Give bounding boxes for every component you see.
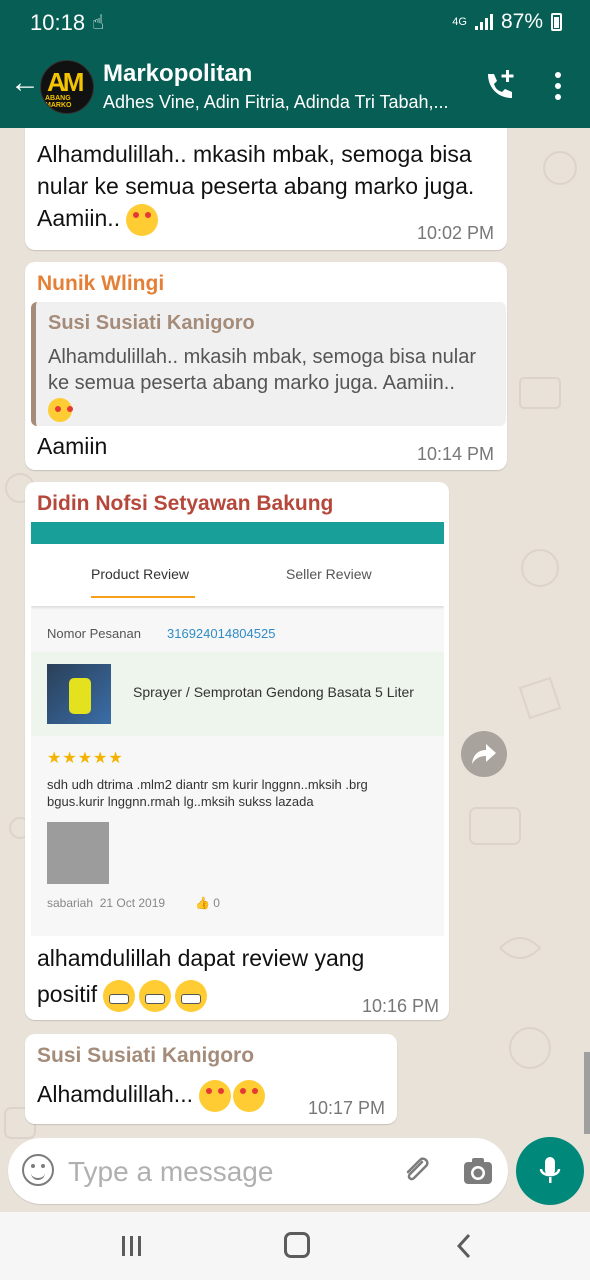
order-number: 316924014804525 (167, 626, 276, 641)
grimacing-face-emoji (139, 979, 172, 1012)
grimacing-face-emoji (175, 979, 208, 1012)
quoted-message[interactable]: Susi Susiati Kanigoro Alhamdulillah.. mk… (31, 302, 506, 426)
recent-apps-icon[interactable] (120, 1234, 144, 1258)
group-members[interactable]: Adhes Vine, Adin Fitria, Adinda Tri Taba… (103, 92, 463, 113)
home-icon[interactable] (284, 1232, 310, 1258)
group-avatar[interactable]: AM ABANG MARKO (40, 60, 94, 114)
message-bubble-2[interactable]: Nunik Wlingi Susi Susiati Kanigoro Alham… (25, 262, 507, 470)
review-text: sdh udh dtrima .mlm2 diantr sm kurir lng… (47, 777, 368, 809)
network-type: 4G (452, 15, 467, 28)
forward-button[interactable] (461, 731, 507, 777)
emoji-icon[interactable] (22, 1154, 54, 1186)
voice-message-button[interactable] (516, 1137, 584, 1205)
message-time: 10:17 PM (308, 1098, 386, 1118)
more-options-icon[interactable] (548, 70, 568, 104)
group-title[interactable]: Markopolitan (103, 60, 252, 88)
message-text: Alhamdulillah... (37, 1078, 266, 1112)
message-text: Aamiin (37, 433, 108, 459)
hand-wave-icon: ☝ (92, 12, 105, 34)
status-time: 10:18 (30, 10, 86, 35)
chat-header: ← AM ABANG MARKO Markopolitan Adhes Vine… (0, 46, 590, 128)
tab-seller-review: Seller Review (286, 566, 372, 582)
tab-product-review: Product Review (91, 566, 190, 582)
sender-name[interactable]: Nunik Wlingi (37, 272, 164, 296)
tab-underline (91, 596, 195, 598)
quoted-sender: Susi Susiati Kanigoro (48, 312, 255, 334)
sender-name[interactable]: Didin Nofsi Setyawan Bakung (37, 492, 333, 516)
status-bar: 10:18 ☝ 4G 87% (0, 0, 590, 46)
product-row: Sprayer / Semprotan Gendong Basata 5 Lit… (31, 652, 444, 736)
message-input[interactable]: Type a message (68, 1156, 273, 1188)
product-thumbnail (47, 664, 111, 724)
camera-icon[interactable] (462, 1156, 494, 1186)
smiling-face-with-hearts-emoji (126, 203, 159, 236)
review-meta: sabariah 21 Oct 2019 (47, 896, 166, 910)
message-bubble-4[interactable]: Susi Susiati Kanigoro Alhamdulillah... 1… (25, 1034, 397, 1124)
attachment-icon[interactable] (400, 1154, 434, 1188)
order-label: Nomor Pesanan (47, 626, 141, 641)
avatar-logo-subtext: ABANG MARKO (45, 95, 72, 109)
review-image-tabs: Product Review Seller Review (31, 544, 444, 606)
message-time: 10:02 PM (417, 223, 495, 243)
review-photo-placeholder (47, 822, 109, 884)
thumbs-up-icon: 👍 (195, 896, 210, 910)
system-nav-bar (0, 1212, 590, 1280)
grimacing-face-emoji (103, 979, 136, 1012)
signal-icon (474, 14, 493, 30)
back-arrow-icon[interactable]: ← (10, 68, 40, 98)
message-input-bar[interactable]: Type a message (8, 1138, 508, 1204)
review-screenshot-image[interactable]: Product Review Seller Review Nomor Pesan… (31, 522, 444, 936)
back-icon[interactable] (454, 1232, 474, 1260)
message-time: 10:16 PM (362, 996, 440, 1016)
battery-icon (551, 13, 562, 31)
quoted-text: Alhamdulillah.. mkasih mbak, semoga bisa… (48, 344, 478, 422)
smiling-face-with-hearts-emoji (233, 1079, 266, 1112)
smiling-face-with-hearts-emoji (199, 1079, 232, 1112)
message-bubble-3[interactable]: Didin Nofsi Setyawan Bakung Product Revi… (25, 482, 449, 1020)
rating-stars: ★★★★★ (47, 750, 124, 767)
review-image-topbar (31, 522, 444, 544)
sender-name[interactable]: Susi Susiati Kanigoro (37, 1044, 254, 1068)
chat-scrollbar[interactable] (584, 1052, 590, 1134)
smiling-face-with-hearts-emoji (48, 397, 72, 422)
battery-percent: 87% (500, 10, 543, 33)
chat-area[interactable]: Alhamdulillah.. mkasih mbak, semoga bisa… (0, 128, 590, 1212)
message-text: Alhamdulillah.. mkasih mbak, semoga bisa… (37, 138, 477, 236)
forward-arrow-icon (472, 744, 496, 764)
microphone-icon (539, 1157, 561, 1183)
avatar-logo-text: AM (47, 67, 84, 97)
review-likes: 👍 0 (195, 896, 220, 910)
status-right: 4G 87% (452, 10, 562, 34)
message-bubble-1[interactable]: Alhamdulillah.. mkasih mbak, semoga bisa… (25, 128, 507, 250)
add-call-icon[interactable] (482, 68, 518, 104)
message-time: 10:14 PM (417, 444, 495, 464)
product-name: Sprayer / Semprotan Gendong Basata 5 Lit… (133, 684, 414, 700)
